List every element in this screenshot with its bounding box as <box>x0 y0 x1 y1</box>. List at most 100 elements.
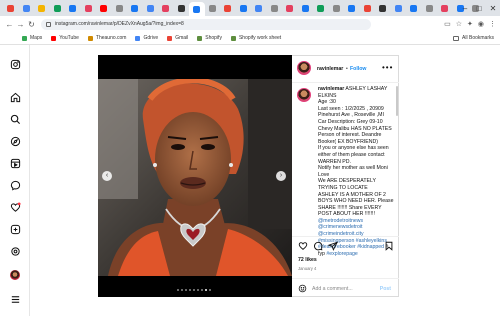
browser-actions: ▭ ☆ ✦ ◉ ⋮ <box>444 16 496 32</box>
browser-tab[interactable] <box>313 2 329 14</box>
browser-tab[interactable] <box>81 2 97 14</box>
bookmark-item[interactable]: Shopify work sheet <box>230 35 281 41</box>
forward-icon[interactable]: → <box>15 20 26 29</box>
post-comment-button[interactable]: Post <box>380 286 391 292</box>
browser-tab[interactable] <box>96 2 112 14</box>
share-icon[interactable] <box>328 241 338 251</box>
reload-icon[interactable]: ↻ <box>26 20 37 29</box>
like-count[interactable]: 72 likes <box>298 257 317 263</box>
bookmark-item[interactable]: Maps <box>22 35 42 41</box>
carousel-dot[interactable] <box>209 289 211 291</box>
site-info-icon[interactable] <box>46 21 51 27</box>
browser-tab[interactable] <box>422 2 438 14</box>
browser-tab[interactable] <box>50 2 66 14</box>
create-icon[interactable] <box>9 223 21 235</box>
caption-username[interactable]: ravinlemar <box>318 86 344 92</box>
all-bookmarks-button[interactable]: All Bookmarks <box>453 35 494 41</box>
browser-tab[interactable] <box>112 2 128 14</box>
caption-avatar[interactable] <box>297 88 311 102</box>
browser-tab[interactable] <box>329 2 345 14</box>
browser-tab[interactable] <box>205 2 221 14</box>
menu-icon[interactable]: ⋮ <box>489 20 496 28</box>
carousel-dot[interactable] <box>197 289 199 291</box>
browser-tab[interactable] <box>19 2 35 14</box>
comment-icon[interactable] <box>313 241 323 251</box>
bookmark-item[interactable]: Shopify <box>197 35 222 41</box>
author-username[interactable]: ravinlemar <box>317 66 343 72</box>
caption-scrollbar[interactable] <box>396 86 398 116</box>
tab-favicon-icon <box>53 4 61 12</box>
browser-tab[interactable] <box>406 2 422 14</box>
author-avatar[interactable] <box>297 61 311 75</box>
back-icon[interactable]: ← <box>4 20 15 29</box>
browser-tab[interactable] <box>143 2 159 14</box>
tab-favicon-icon <box>193 5 201 13</box>
browser-tab[interactable] <box>344 2 360 14</box>
messages-icon[interactable] <box>9 179 21 191</box>
browser-tab[interactable] <box>267 2 283 14</box>
browser-tab[interactable] <box>158 2 174 14</box>
more-options-icon[interactable]: ••• <box>382 63 393 72</box>
notifications-icon[interactable] <box>9 201 21 213</box>
bookmark-item[interactable]: Gmail <box>167 35 188 41</box>
bookmark-item[interactable]: Gdrive <box>135 35 158 41</box>
home-icon[interactable] <box>9 91 21 103</box>
browser-tab[interactable] <box>3 2 19 14</box>
save-icon[interactable] <box>384 241 394 251</box>
url-input[interactable]: instagram.com/ravinlemar/p/DEZvXnAug5a/?… <box>41 18 371 30</box>
carousel-dots <box>177 289 211 292</box>
minimize-icon[interactable]: – <box>458 4 472 13</box>
browser-tab[interactable] <box>251 2 267 14</box>
profile-icon[interactable]: ◉ <box>478 20 484 28</box>
browser-tab[interactable] <box>360 2 376 14</box>
browser-tab[interactable] <box>220 2 236 14</box>
browser-tab[interactable] <box>437 2 453 14</box>
maximize-icon[interactable]: □ <box>472 4 486 13</box>
carousel-next-button[interactable]: › <box>276 171 286 181</box>
carousel-dot[interactable] <box>201 289 203 291</box>
tab-favicon-icon <box>69 4 77 12</box>
browser-tab[interactable] <box>375 2 391 14</box>
carousel-dot[interactable] <box>189 289 191 291</box>
carousel-dot[interactable] <box>205 289 207 291</box>
like-icon[interactable] <box>298 241 308 251</box>
carousel-dot[interactable] <box>177 289 179 291</box>
post-photo[interactable]: ‹ › <box>98 55 292 297</box>
carousel-dot[interactable] <box>193 289 195 291</box>
browser-tab[interactable] <box>189 2 205 16</box>
tab-favicon-icon <box>255 4 263 12</box>
bookmark-favicon-icon <box>22 35 27 41</box>
reels-icon[interactable] <box>9 157 21 169</box>
folder-icon <box>453 35 460 41</box>
emoji-icon[interactable] <box>298 284 307 293</box>
browser-tab[interactable] <box>34 2 50 14</box>
carousel-dot[interactable] <box>185 289 187 291</box>
extensions-icon[interactable]: ✦ <box>467 20 473 28</box>
browser-tab[interactable] <box>127 2 143 14</box>
browser-tab[interactable] <box>282 2 298 14</box>
bookmark-item[interactable]: Theauno.com <box>87 35 126 41</box>
cast-icon[interactable]: ▭ <box>444 20 451 28</box>
browser-tab[interactable] <box>174 2 190 14</box>
comment-input[interactable]: Add a comment... <box>312 286 353 292</box>
threads-icon[interactable] <box>9 245 21 257</box>
carousel-dot[interactable] <box>181 289 183 291</box>
instagram-logo-icon[interactable] <box>9 58 21 70</box>
search-icon[interactable] <box>9 113 21 125</box>
close-window-icon[interactable]: ✕ <box>486 4 500 13</box>
browser-tab[interactable] <box>298 2 314 14</box>
profile-avatar-icon[interactable] <box>9 269 21 281</box>
carousel-prev-button[interactable]: ‹ <box>102 171 112 181</box>
bookmark-favicon-icon <box>167 35 173 41</box>
browser-tab[interactable] <box>236 2 252 14</box>
bookmark-item[interactable]: YouTube <box>51 35 79 41</box>
bookmark-star-icon[interactable]: ☆ <box>456 20 462 28</box>
follow-button[interactable]: Follow <box>350 66 366 72</box>
explore-icon[interactable] <box>9 135 21 147</box>
more-menu-icon[interactable] <box>9 293 21 305</box>
bookmark-favicon-icon <box>230 35 236 41</box>
tab-favicon-icon <box>270 4 278 12</box>
browser-tab[interactable] <box>65 2 81 14</box>
browser-tab[interactable] <box>391 2 407 14</box>
bookmark-label: Gmail <box>175 35 189 41</box>
